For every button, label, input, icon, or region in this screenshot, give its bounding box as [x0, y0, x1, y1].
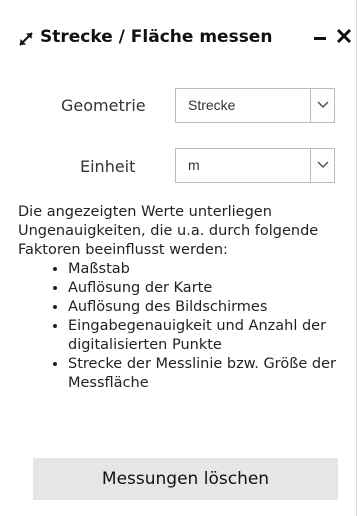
- chevron-down-icon[interactable]: [310, 149, 334, 182]
- measure-panel: Strecke / Fläche messen Geometrie Streck…: [0, 0, 357, 516]
- close-icon[interactable]: [336, 25, 352, 47]
- resize-diagonal-icon[interactable]: [17, 30, 35, 48]
- list-item: Maßstab: [68, 260, 348, 279]
- list-item: Eingabegenauigkeit und Anzahl der digita…: [68, 317, 348, 355]
- list-item: Strecke der Messlinie bzw. Größe der Mes…: [68, 355, 348, 393]
- geometry-select[interactable]: Strecke: [175, 88, 335, 123]
- accuracy-notice: Die angezeigten Werte unterliegen Ungena…: [18, 203, 348, 393]
- list-item: Auflösung der Karte: [68, 279, 348, 298]
- clear-measurements-button[interactable]: Messungen löschen: [33, 458, 338, 500]
- unit-select-value: m: [188, 157, 200, 173]
- chevron-down-icon[interactable]: [310, 89, 334, 122]
- geometry-label: Geometrie: [61, 96, 146, 115]
- unit-label: Einheit: [80, 157, 136, 176]
- accuracy-factors-list: Maßstab Auflösung der Karte Auflösung de…: [18, 260, 348, 393]
- panel-header: Strecke / Fläche messen: [0, 0, 357, 68]
- panel-title: Strecke / Fläche messen: [40, 27, 273, 47]
- list-item: Auflösung des Bildschirmes: [68, 298, 348, 317]
- minimize-icon[interactable]: [313, 27, 327, 47]
- unit-select[interactable]: m: [175, 148, 335, 183]
- accuracy-notice-intro: Die angezeigten Werte unterliegen Ungena…: [18, 204, 319, 258]
- geometry-select-value: Strecke: [188, 97, 236, 113]
